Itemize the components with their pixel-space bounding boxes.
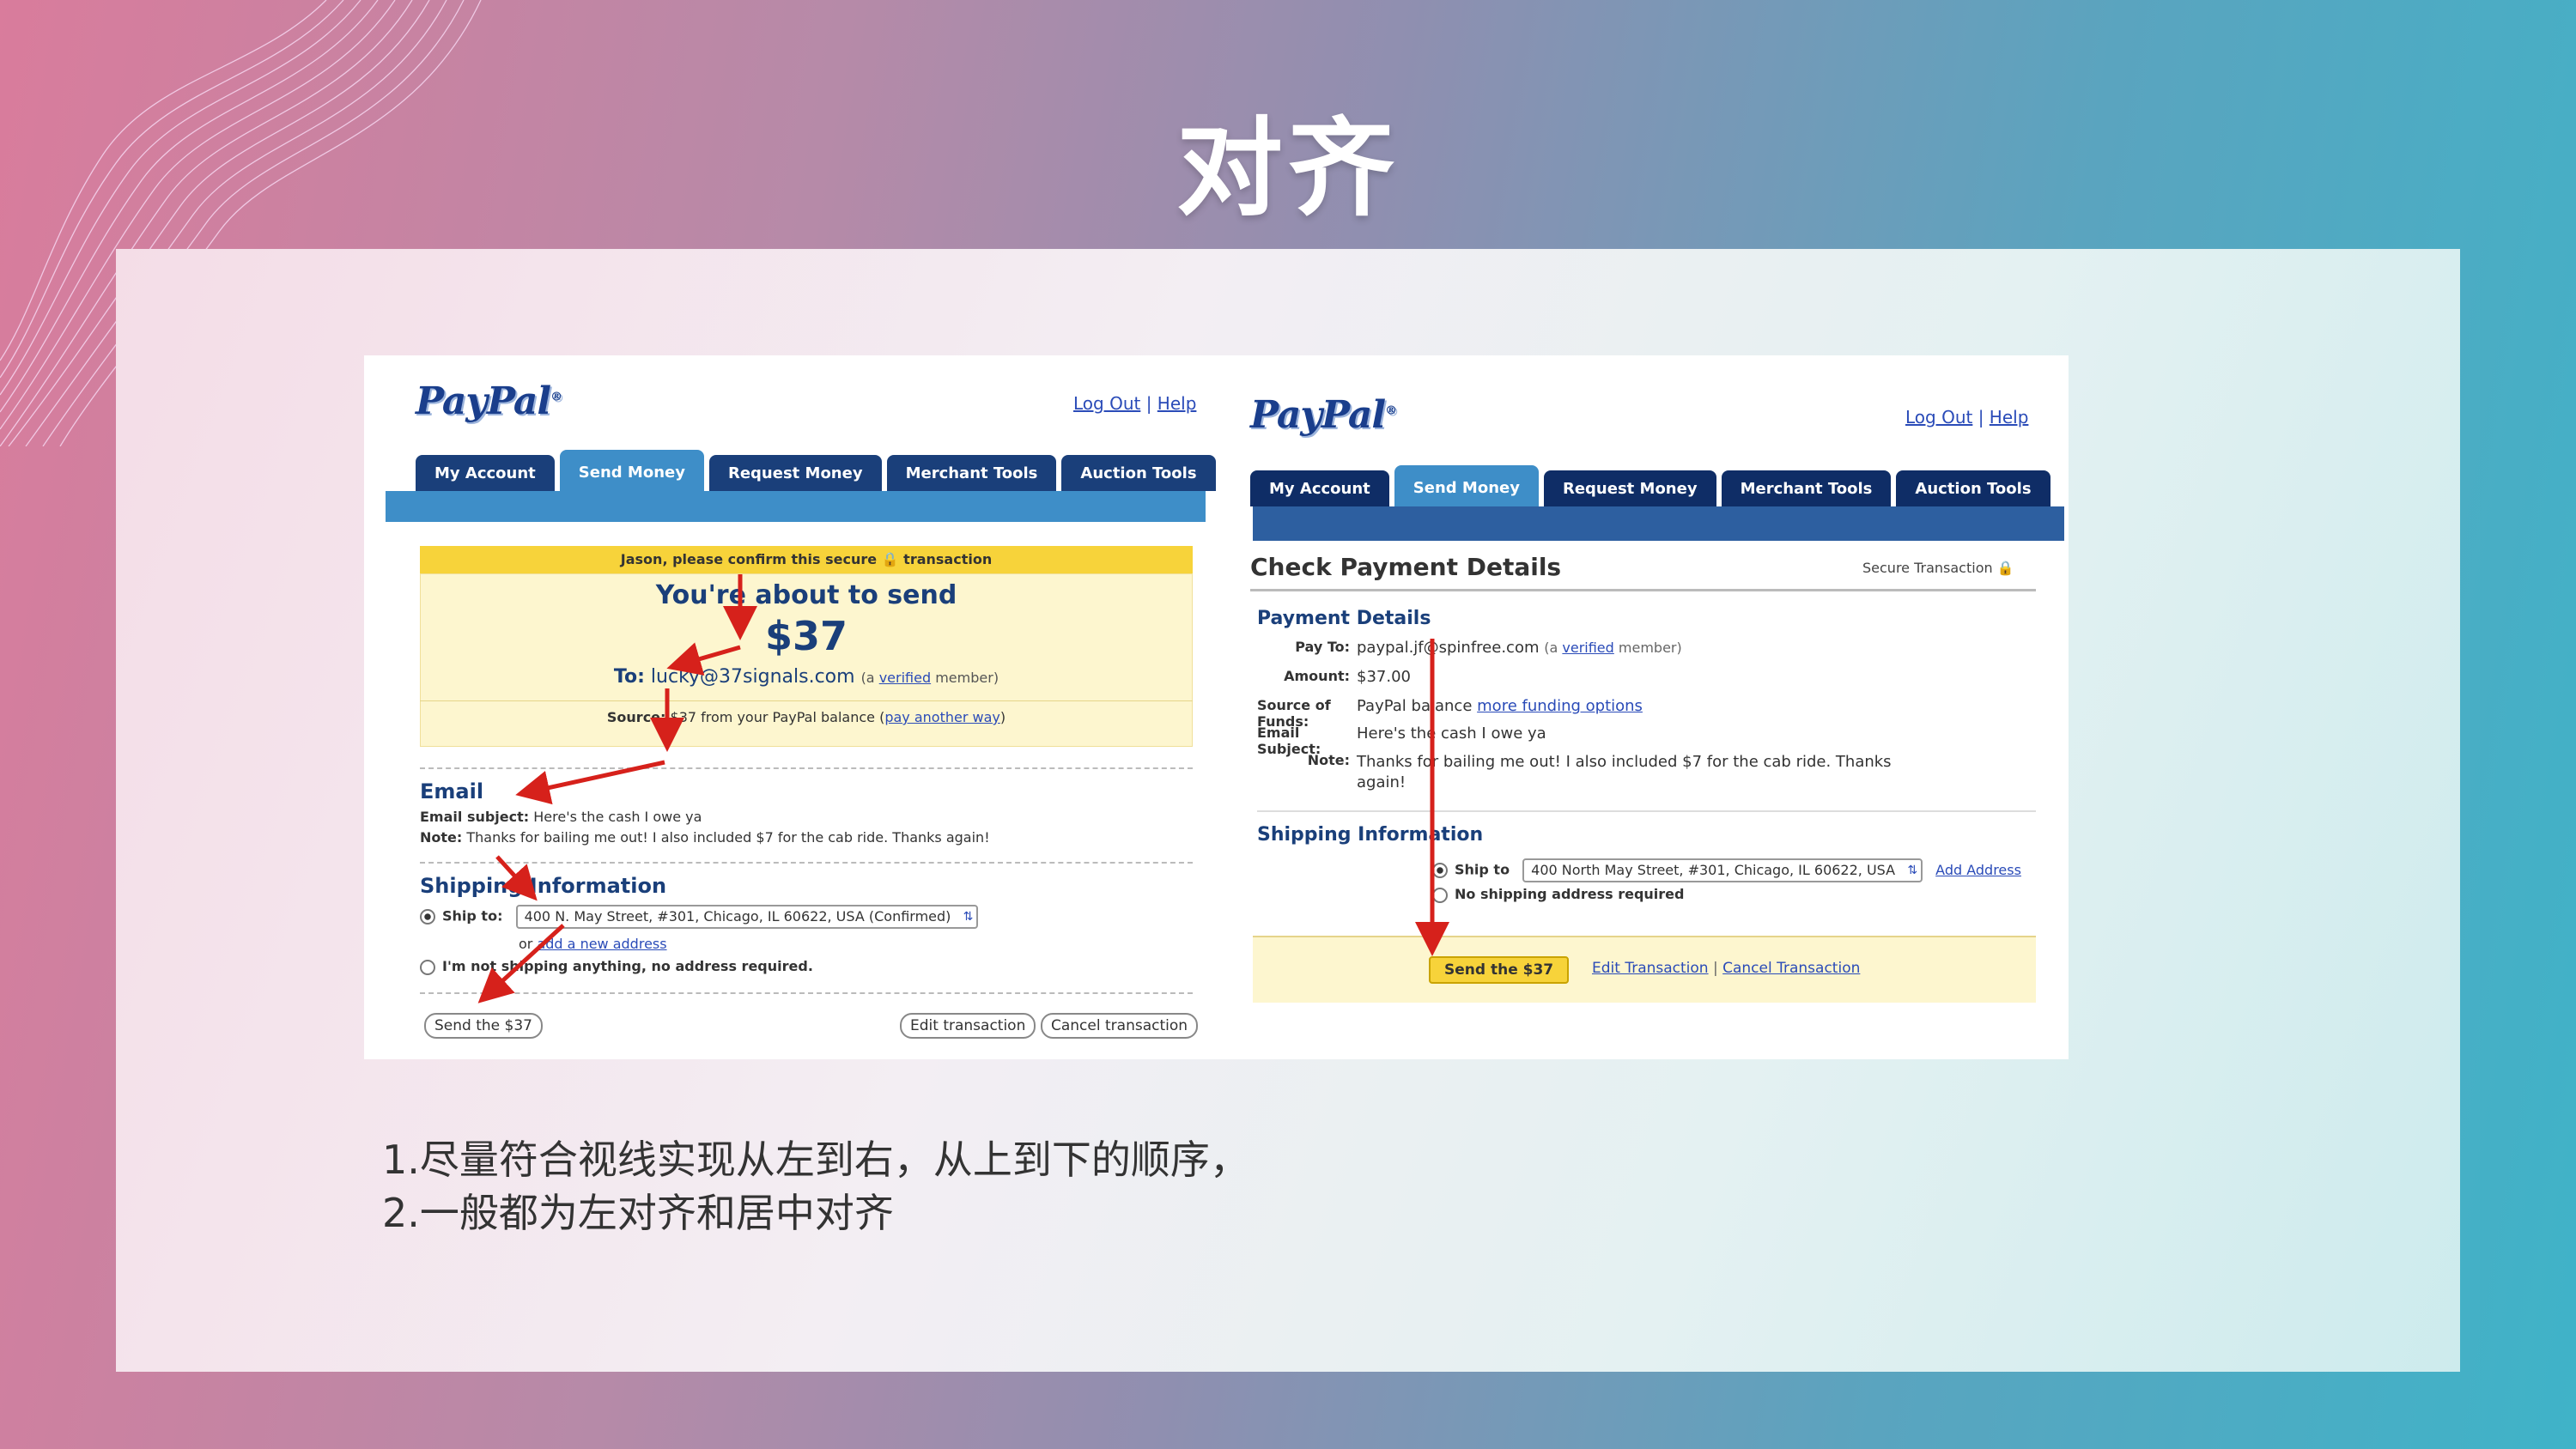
top-links-right: Log Out | Help bbox=[1905, 407, 2029, 427]
caption-line-2: 2.一般都为左对齐和居中对齐 bbox=[382, 1190, 894, 1236]
slide-title: 对齐 bbox=[1176, 107, 1400, 231]
tab-merchant-tools-right[interactable]: Merchant Tools bbox=[1721, 470, 1892, 506]
edit-transaction-link[interactable]: Edit Transaction bbox=[1592, 960, 1709, 977]
paypal-comparison-screenshot: PayPal® Log Out | Help My Account Send M… bbox=[364, 355, 2069, 1059]
eye-path-arrows-left bbox=[477, 574, 757, 1003]
help-link-right[interactable]: Help bbox=[1990, 407, 2029, 427]
add-address-link[interactable]: Add Address bbox=[1935, 862, 2021, 878]
logout-link-right[interactable]: Log Out bbox=[1905, 407, 1972, 427]
eye-path-arrow-right bbox=[1415, 639, 1449, 956]
ship-to-select-right[interactable]: 400 North May Street, #301, Chicago, IL … bbox=[1522, 858, 1923, 882]
cancel-transaction-link[interactable]: Cancel Transaction bbox=[1722, 960, 1860, 977]
tab-request-money-right[interactable]: Request Money bbox=[1543, 470, 1716, 506]
caption-line-1: 1.尽量符合视线实现从左到右，从上到下的顺序， bbox=[382, 1137, 1249, 1183]
secure-transaction-label: Secure Transaction 🔒 bbox=[1862, 560, 2014, 576]
tab-auction-tools-right[interactable]: Auction Tools bbox=[1896, 470, 2050, 506]
slide-caption: 1.尽量符合视线实现从左到右，从上到下的顺序， 2.一般都为左对齐和居中对齐 bbox=[382, 1133, 1249, 1240]
